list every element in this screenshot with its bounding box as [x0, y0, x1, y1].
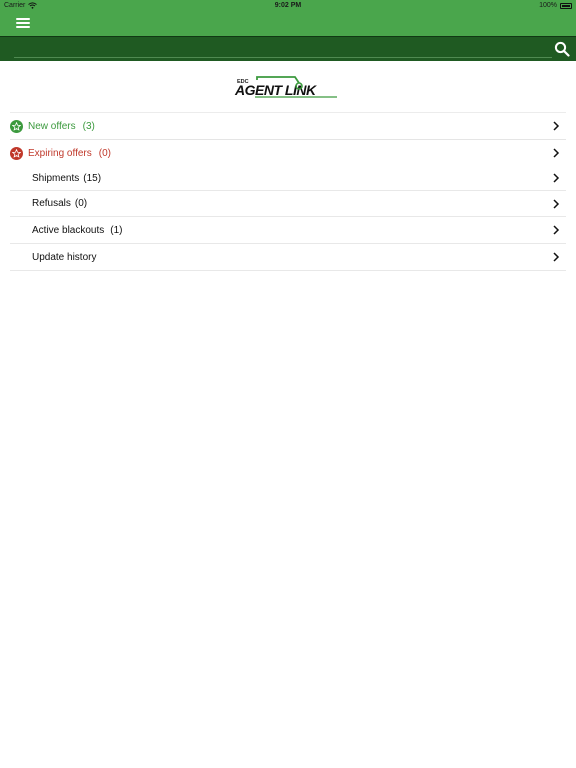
status-time: 9:02 PM	[274, 2, 302, 9]
star-badge-icon	[10, 119, 23, 133]
new-offers-label: New offers	[28, 120, 76, 132]
update-history-label: Update history	[32, 251, 97, 263]
shipments-label: Shipments	[32, 172, 80, 184]
expiring-offers-count: (0)	[98, 147, 111, 159]
chevron-right-icon	[553, 173, 560, 183]
list-item-active-blackouts[interactable]: Active blackouts (1)	[10, 216, 566, 243]
search-icon[interactable]	[554, 41, 570, 57]
agent-link-logo: EDC AGENT LINK	[0, 74, 576, 102]
dashboard-list: New offers (3) Expiring offers (0) Shipm…	[10, 112, 566, 271]
battery-indicator: 100%	[539, 2, 572, 9]
refusals-count: (0)	[74, 198, 88, 209]
active-blackouts-label: Active blackouts	[32, 224, 105, 236]
list-item-expiring-offers[interactable]: Expiring offers (0)	[10, 139, 566, 166]
menu-button[interactable]	[16, 16, 32, 30]
star-badge-icon	[10, 146, 23, 160]
battery-icon	[560, 2, 572, 9]
list-item-new-offers[interactable]: New offers (3)	[10, 112, 566, 139]
app-header: Carrier 9:02 PM 100%	[0, 0, 576, 36]
active-blackouts-count: (1)	[110, 224, 123, 236]
chevron-right-icon	[553, 121, 560, 131]
new-offers-count: (3)	[82, 120, 95, 132]
logo-icon: EDC AGENT LINK	[234, 76, 337, 98]
hamburger-icon-line	[16, 26, 30, 28]
search-input[interactable]	[14, 41, 552, 58]
search-bar	[0, 36, 576, 61]
hamburger-icon-line	[16, 22, 30, 24]
logo-main-text: AGENT LINK	[234, 82, 317, 98]
expiring-offers-label: Expiring offers	[28, 147, 92, 159]
list-item-shipments[interactable]: Shipments (15)	[10, 166, 566, 190]
chevron-right-icon	[553, 225, 560, 235]
list-item-refusals[interactable]: Refusals (0)	[10, 190, 566, 216]
chevron-right-icon	[553, 148, 560, 158]
shipments-count: (15)	[83, 172, 102, 184]
list-divider	[10, 270, 566, 271]
chevron-right-icon	[553, 199, 560, 209]
refusals-label: Refusals	[32, 198, 71, 209]
battery-percent: 100%	[539, 2, 557, 9]
hamburger-icon-line	[16, 18, 30, 20]
status-bar: Carrier 9:02 PM 100%	[0, 0, 576, 12]
chevron-right-icon	[553, 252, 560, 262]
list-item-update-history[interactable]: Update history	[10, 243, 566, 270]
